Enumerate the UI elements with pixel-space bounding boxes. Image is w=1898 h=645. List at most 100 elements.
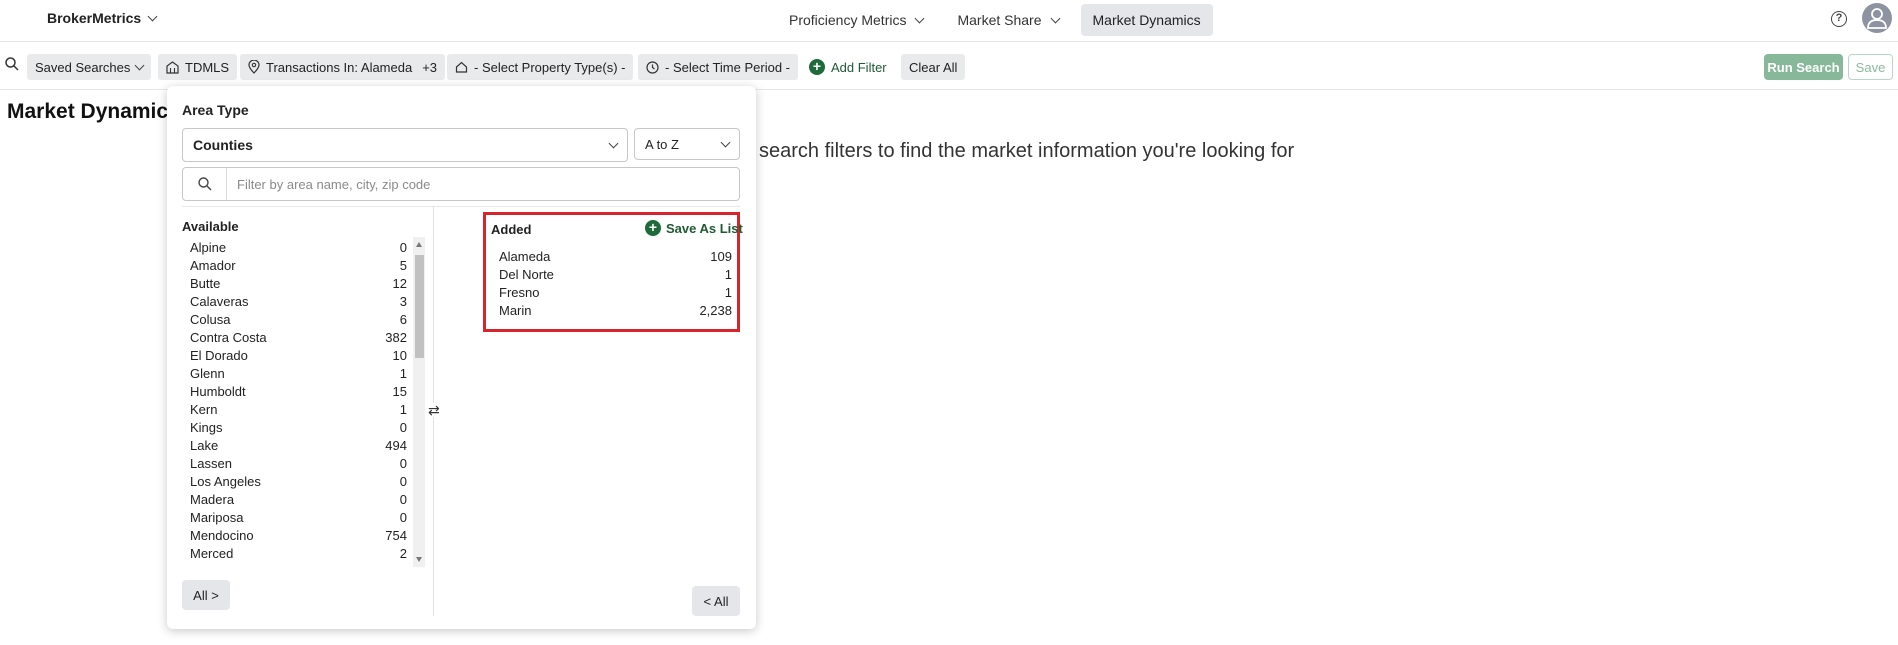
list-item[interactable]: Madera 0 <box>182 490 407 508</box>
list-item[interactable]: El Dorado 10 <box>182 346 407 364</box>
area-type-value: Counties <box>193 137 253 153</box>
area-type-select[interactable]: Counties <box>182 128 628 162</box>
chip-extra-count: +3 <box>422 59 438 75</box>
area-count: 1 <box>399 365 407 381</box>
added-title: Added <box>491 222 532 237</box>
location-pin-icon <box>248 60 260 74</box>
area-name: Contra Costa <box>190 329 267 345</box>
area-count: 2,238 <box>699 302 732 318</box>
chevron-down-icon <box>608 138 619 148</box>
list-item[interactable]: Alameda 109 <box>491 247 732 265</box>
main-nav: Proficiency Metrics Market Share Market … <box>777 4 1213 36</box>
list-item[interactable]: Kings 0 <box>182 418 407 436</box>
area-filter-input[interactable] <box>227 176 727 192</box>
clear-all-label: Clear All <box>909 59 958 75</box>
swap-arrows-icon[interactable]: ⇄ <box>428 403 440 417</box>
user-avatar[interactable] <box>1862 3 1892 33</box>
chip-label: - Select Time Period - <box>665 59 790 75</box>
chip-label: Transactions In: Alameda <box>266 59 413 75</box>
saved-searches-dropdown[interactable]: Saved Searches <box>27 54 152 80</box>
nav-market-share[interactable]: Market Share <box>945 4 1070 36</box>
area-name: Fresno <box>499 284 540 300</box>
area-name: El Dorado <box>190 347 248 363</box>
nav-proficiency-metrics[interactable]: Proficiency Metrics <box>777 4 935 36</box>
area-name: Mendocino <box>190 527 254 543</box>
search-icon <box>197 177 211 191</box>
list-item[interactable]: Merced 2 <box>182 544 407 562</box>
property-type-chip[interactable]: - Select Property Type(s) - <box>447 54 634 80</box>
area-count: 382 <box>385 329 407 345</box>
scroll-down-arrow-icon[interactable] <box>416 557 422 562</box>
list-item[interactable]: Kern 1 <box>182 400 407 418</box>
add-all-button[interactable]: All > <box>182 580 230 610</box>
page-title: Market Dynamics <box>7 100 180 123</box>
add-filter-label: Add Filter <box>831 59 887 75</box>
area-count: 1 <box>399 401 407 417</box>
add-filter-button[interactable]: + Add Filter <box>809 54 887 80</box>
run-search-button[interactable]: Run Search <box>1764 54 1843 80</box>
list-item[interactable]: Marin 2,238 <box>491 301 732 319</box>
area-name: Glenn <box>190 365 225 381</box>
time-period-chip[interactable]: - Select Time Period - <box>638 54 798 80</box>
area-name: Mariposa <box>190 509 244 525</box>
area-count: 12 <box>392 275 407 291</box>
list-item[interactable]: Lake 494 <box>182 436 407 454</box>
area-count: 0 <box>399 455 407 471</box>
area-count: 15 <box>392 383 407 399</box>
available-scrollbar[interactable] <box>413 237 425 567</box>
brand-name: BrokerMetrics <box>47 10 142 26</box>
list-item[interactable]: Humboldt 15 <box>182 382 407 400</box>
save-button[interactable]: Save <box>1848 54 1893 80</box>
area-name: Lassen <box>190 455 232 471</box>
list-item[interactable]: Contra Costa 382 <box>182 328 407 346</box>
transactions-in-chip[interactable]: Transactions In: Alameda +3 <box>240 54 446 80</box>
divider <box>182 206 740 207</box>
list-item[interactable]: Calaveras 3 <box>182 292 407 310</box>
list-item[interactable]: Del Norte 1 <box>491 265 732 283</box>
brand-menu[interactable]: BrokerMetrics <box>47 10 158 26</box>
sort-order-select[interactable]: A to Z <box>634 128 740 160</box>
list-item[interactable]: Lassen 0 <box>182 454 407 472</box>
area-filter-field <box>182 167 740 201</box>
clear-all-button[interactable]: Clear All <box>901 54 966 80</box>
clock-icon <box>646 60 659 74</box>
list-item[interactable]: Los Angeles 0 <box>182 472 407 490</box>
chip-label: TDMLS <box>185 59 230 75</box>
area-name: Madera <box>190 491 235 507</box>
mls-chip[interactable]: TDMLS <box>158 54 238 80</box>
help-icon[interactable]: ? <box>1831 11 1847 27</box>
area-name: Kern <box>190 401 218 417</box>
remove-all-button[interactable]: < All <box>692 586 740 616</box>
available-title: Available <box>182 219 239 234</box>
scroll-up-arrow-icon[interactable] <box>416 242 422 247</box>
area-count: 0 <box>399 419 407 435</box>
area-count: 6 <box>399 311 407 327</box>
area-count: 494 <box>385 437 407 453</box>
area-name: Calaveras <box>190 293 249 309</box>
nav-label: Market Share <box>957 12 1042 28</box>
list-item[interactable]: Colusa 6 <box>182 310 407 328</box>
nav-market-dynamics[interactable]: Market Dynamics <box>1080 4 1213 36</box>
list-item[interactable]: Mendocino 754 <box>182 526 407 544</box>
area-name: Alpine <box>190 239 227 255</box>
save-as-list-button[interactable]: + Save As List <box>645 220 743 236</box>
home-icon <box>455 61 468 73</box>
area-count: 109 <box>710 248 732 264</box>
list-item[interactable]: Alpine 0 <box>182 238 407 256</box>
area-name: Lake <box>190 437 219 453</box>
available-list[interactable]: Alpine 0 Amador 5 Butte 12 Calaveras 3 Colusa 6 Co… <box>182 238 407 568</box>
list-item[interactable]: Amador 5 <box>182 256 407 274</box>
top-bar: BrokerMetrics Proficiency Metrics Market… <box>0 0 1898 42</box>
list-item[interactable]: Fresno 1 <box>491 283 732 301</box>
empty-state-hint: search filters to find the market inform… <box>759 140 1295 162</box>
added-list[interactable]: Alameda 109 Del Norte 1 Fresno 1 Marin 2,238 <box>491 247 732 319</box>
list-item[interactable]: Glenn 1 <box>182 364 407 382</box>
search-icon[interactable] <box>5 57 19 71</box>
scrollbar-thumb[interactable] <box>415 255 424 358</box>
nav-label: Proficiency Metrics <box>789 12 907 28</box>
area-name: Los Angeles <box>190 473 261 489</box>
list-item[interactable]: Butte 12 <box>182 274 407 292</box>
area-name: Amador <box>190 257 236 273</box>
list-item[interactable]: Mariposa 0 <box>182 508 407 526</box>
area-count: 5 <box>399 257 407 273</box>
